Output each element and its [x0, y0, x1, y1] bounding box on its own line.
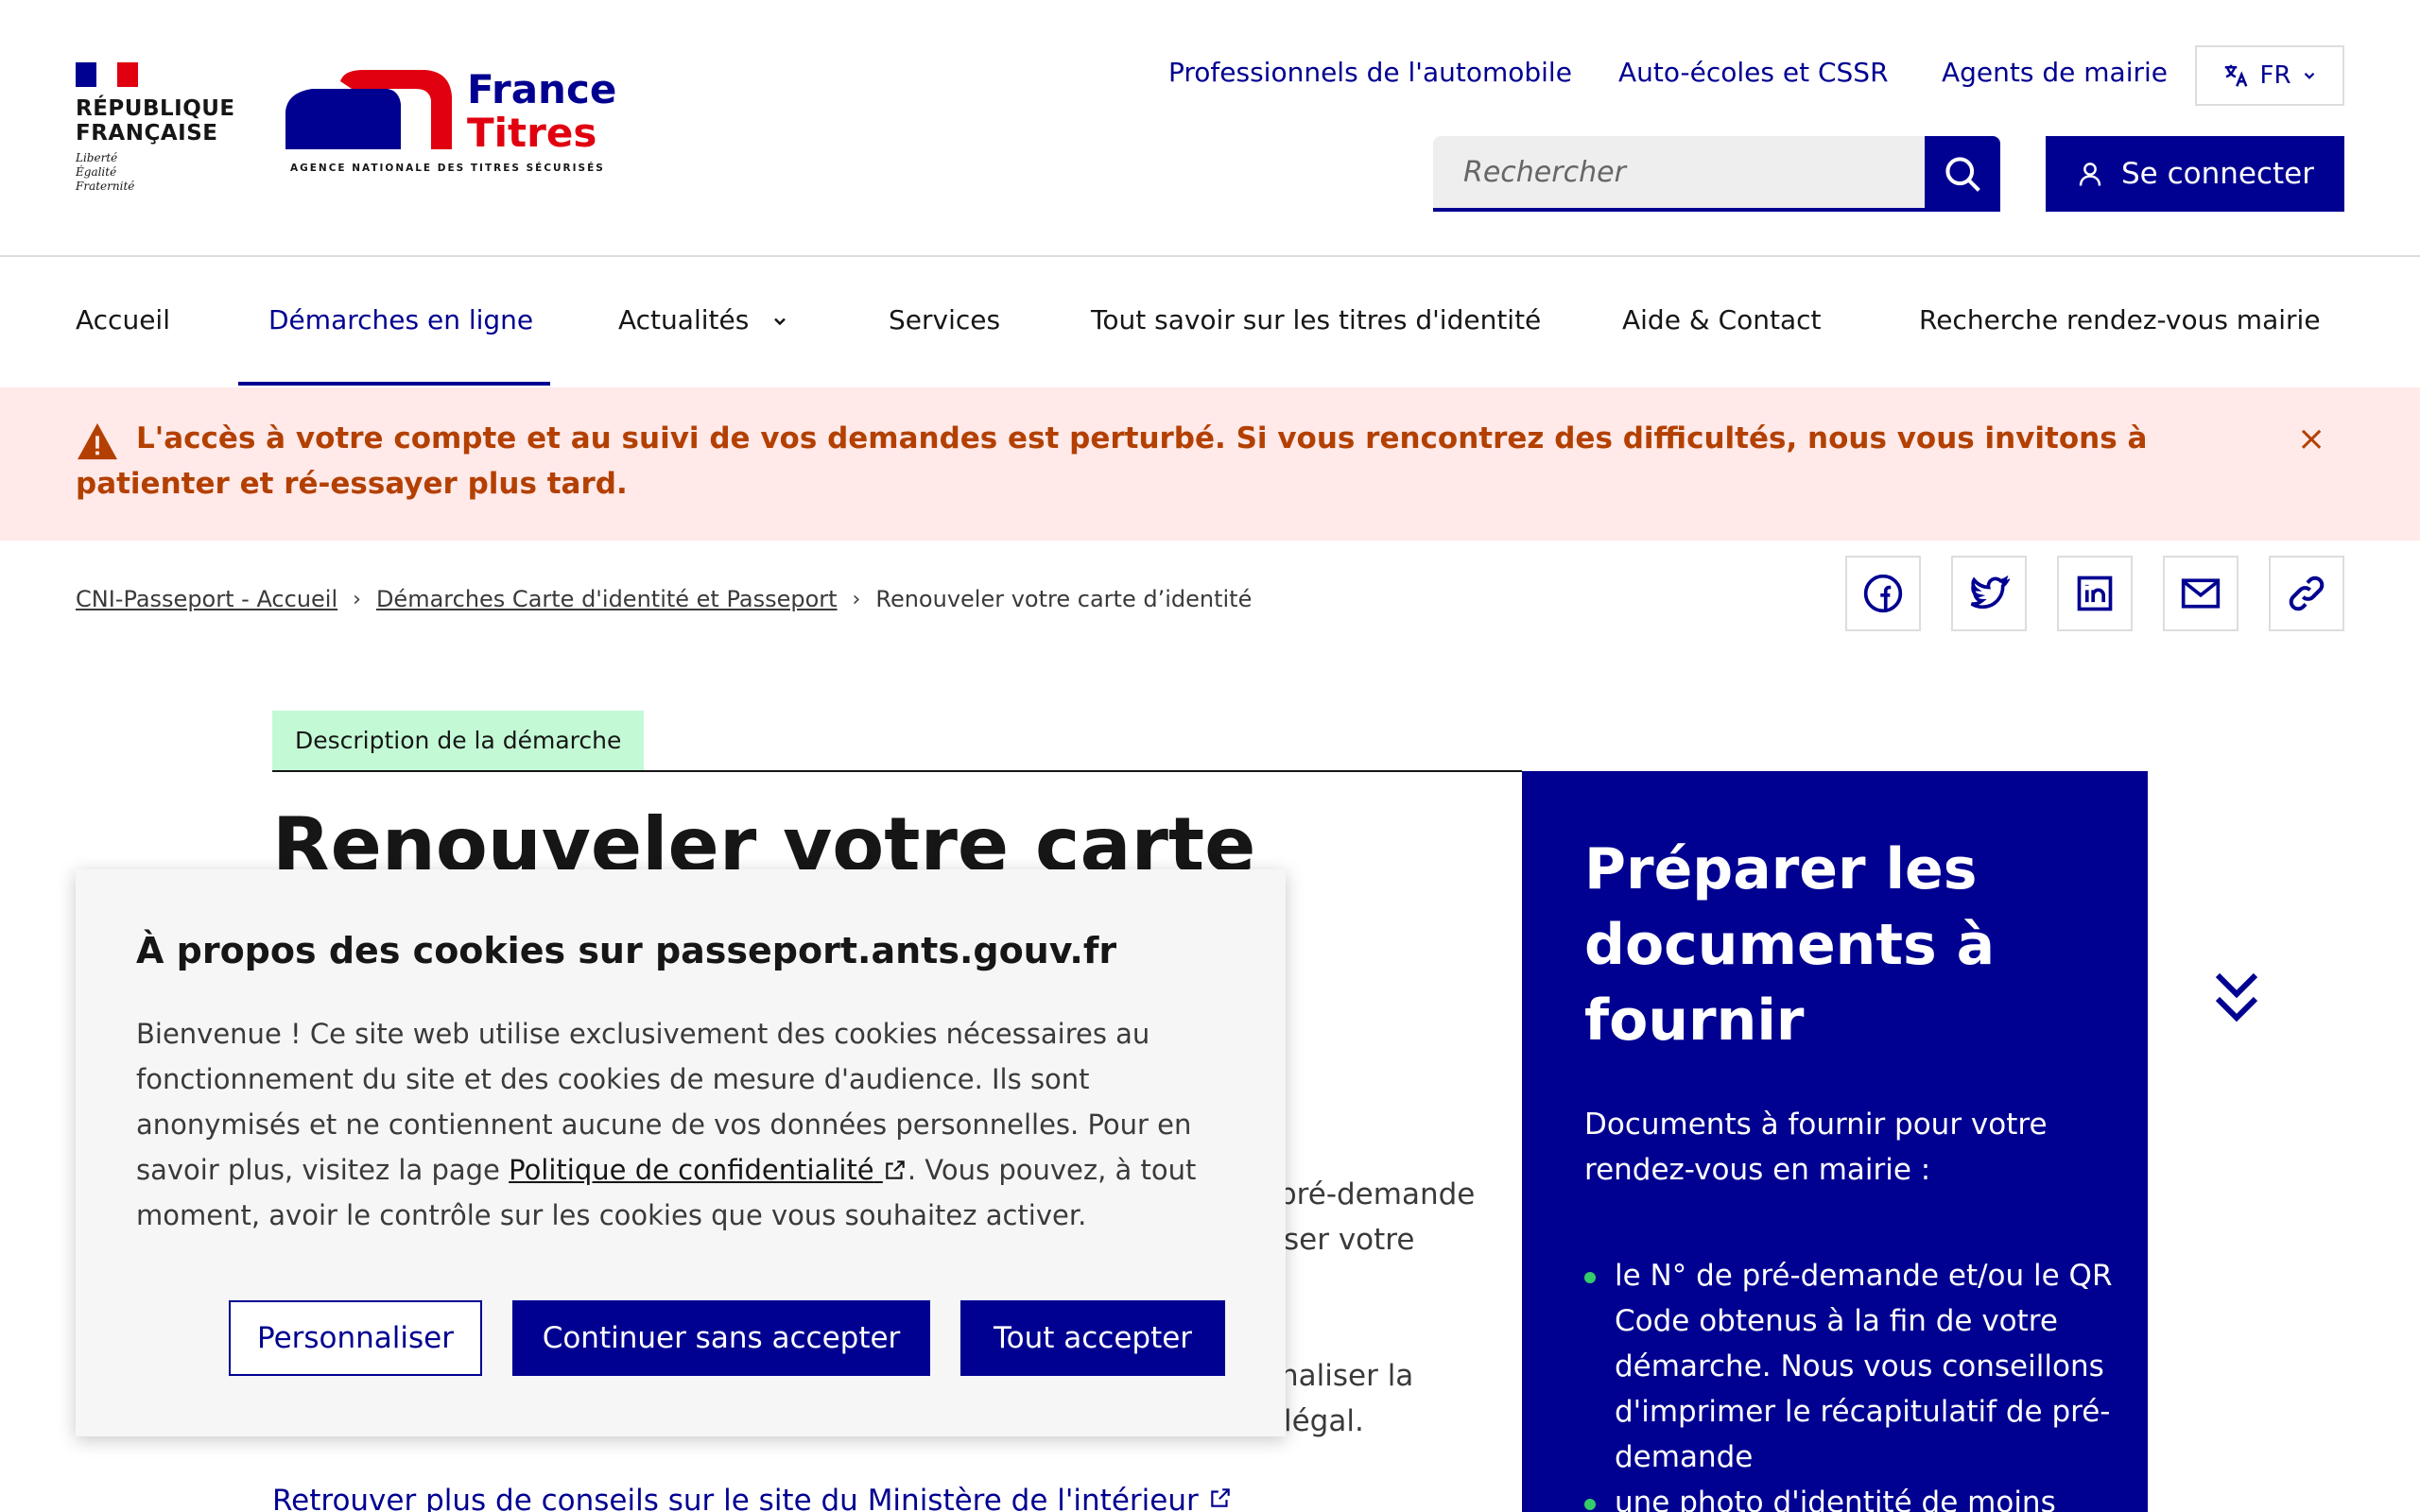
ministere-interieur-link[interactable]: Retrouver plus de conseils sur le site d… [272, 1484, 1233, 1512]
content-divider [272, 770, 1522, 772]
external-link-icon [1210, 1488, 1230, 1507]
external-link-icon [886, 1160, 905, 1179]
login-label: Se connecter [2121, 157, 2314, 191]
alert-banner: L'accès à votre compte et au suivi de vo… [0, 387, 2420, 541]
login-button[interactable]: Se connecter [2046, 136, 2344, 212]
documents-panel: Préparer les documents à fournir Documen… [1522, 771, 2148, 1512]
link-auto-ecoles[interactable]: Auto-écoles et CSSR [1618, 57, 1889, 88]
rf-name-line1: RÉPUBLIQUE [76, 96, 235, 121]
twitter-icon [1970, 575, 2010, 610]
cookie-consent-dialog: À propos des cookies sur passeport.ants.… [76, 869, 1286, 1436]
language-selector[interactable]: FR [2195, 45, 2344, 106]
share-mail-button[interactable] [2163, 556, 2238, 631]
nav-item-actualites-label: Actualités [618, 304, 750, 335]
chevron-right-icon: › [353, 587, 361, 611]
nav-item-actualites[interactable]: Actualités [618, 304, 789, 335]
ft-name-line2: Titres [467, 110, 597, 156]
nav-item-services[interactable]: Services [889, 304, 1000, 335]
documents-panel-title: Préparer les documents à fournir [1584, 836, 1996, 1054]
republique-francaise-logo[interactable]: RÉPUBLIQUE FRANÇAISE Liberté Égalité Fra… [76, 62, 235, 194]
translate-icon [2225, 64, 2248, 87]
double-chevron-down-icon[interactable] [2208, 968, 2265, 1030]
user-icon [2079, 163, 2101, 186]
procedure-tag: Description de la démarche [272, 711, 645, 771]
body-text-fragment: pré-demande [1278, 1177, 1476, 1211]
french-flag-icon [76, 62, 138, 87]
share-facebook-button[interactable] [1845, 556, 1921, 631]
body-text-fragment: ser votre [1284, 1223, 1415, 1257]
nav-active-indicator [238, 382, 550, 386]
breadcrumb: CNI-Passeport - Accueil › Démarches Cart… [76, 586, 1252, 612]
nav-item-rendez-vous[interactable]: Recherche rendez-vous mairie [1919, 304, 2321, 335]
documents-list: le N° de pré-demande et/ou le QR Code ob… [1584, 1253, 2114, 1512]
search-icon [1945, 157, 1980, 192]
share-linkedin-button[interactable] [2057, 556, 2133, 631]
ft-name-line1: France [467, 66, 617, 112]
list-item: le N° de pré-demande et/ou le QR Code ob… [1584, 1253, 2114, 1480]
close-alert-button[interactable]: × [2297, 420, 2325, 458]
chevron-right-icon: › [852, 587, 861, 611]
chevron-down-icon [2304, 72, 2314, 79]
facebook-icon [1863, 574, 1903, 613]
chevron-down-icon [774, 318, 786, 326]
cookie-description: Bienvenue ! Ce site web utilise exclusiv… [136, 1011, 1252, 1238]
search-bar [1433, 136, 2000, 212]
copy-link-button[interactable] [2269, 556, 2344, 631]
nav-item-demarches[interactable]: Démarches en ligne [268, 304, 533, 335]
share-twitter-button[interactable] [1951, 556, 2027, 631]
ft-tagline: AGENCE NATIONALE DES TITRES SÉCURISÉS [290, 163, 605, 174]
search-button[interactable] [1925, 136, 2000, 212]
alert-message: L'accès à votre compte et au suivi de vo… [76, 421, 2148, 501]
cookie-title: À propos des cookies sur passeport.ants.… [136, 930, 1117, 971]
list-item: une photo d'identité de moins [1584, 1480, 2114, 1512]
france-titres-logo[interactable]: France Titres AGENCE NATIONALE DES TITRE… [284, 66, 617, 181]
linkedin-icon [2077, 576, 2113, 611]
customize-cookies-button[interactable]: Personnaliser [229, 1300, 482, 1376]
nav-item-aide-contact[interactable]: Aide & Contact [1622, 304, 1822, 335]
motto-egalite: Égalité [76, 165, 117, 179]
breadcrumb-current: Renouveler votre carte d’identité [875, 586, 1253, 612]
search-input[interactable] [1433, 136, 1925, 212]
motto-fraternite: Fraternité [76, 180, 135, 193]
breadcrumb-link-demarches[interactable]: Démarches Carte d'identité et Passeport [376, 586, 838, 612]
main-nav: Accueil Démarches en ligne Actualités Se… [0, 259, 2420, 387]
language-label: FR [2259, 61, 2291, 90]
continue-without-accepting-button[interactable]: Continuer sans accepter [512, 1300, 930, 1376]
motto-liberte: Liberté [76, 151, 118, 164]
link-icon [2289, 576, 2325, 611]
link-agents-mairie[interactable]: Agents de mairie [1942, 57, 2168, 88]
privacy-policy-link-label: Politique de confidentialité [509, 1154, 874, 1186]
france-titres-emblem-icon [285, 70, 452, 149]
breadcrumb-link-accueil[interactable]: CNI-Passeport - Accueil [76, 586, 337, 612]
link-professionnels[interactable]: Professionnels de l'automobile [1168, 57, 1572, 88]
documents-panel-intro: Documents à fournir pour votre rendez-vo… [1584, 1108, 2048, 1187]
body-text-fragment: naliser la [1280, 1359, 1414, 1393]
privacy-policy-link[interactable]: Politique de confidentialité [509, 1154, 908, 1186]
nav-item-accueil[interactable]: Accueil [76, 304, 170, 335]
header: RÉPUBLIQUE FRANÇAISE Liberté Égalité Fra… [0, 0, 2420, 257]
mail-icon [2181, 578, 2221, 609]
accept-all-button[interactable]: Tout accepter [960, 1300, 1225, 1376]
ministere-interieur-link-label: Retrouver plus de conseils sur le site d… [272, 1484, 1199, 1512]
body-text-fragment: légal. [1284, 1404, 1364, 1438]
nav-item-tout-savoir[interactable]: Tout savoir sur les titres d'identité [1091, 304, 1541, 335]
rf-name-line2: FRANÇAISE [76, 121, 218, 146]
